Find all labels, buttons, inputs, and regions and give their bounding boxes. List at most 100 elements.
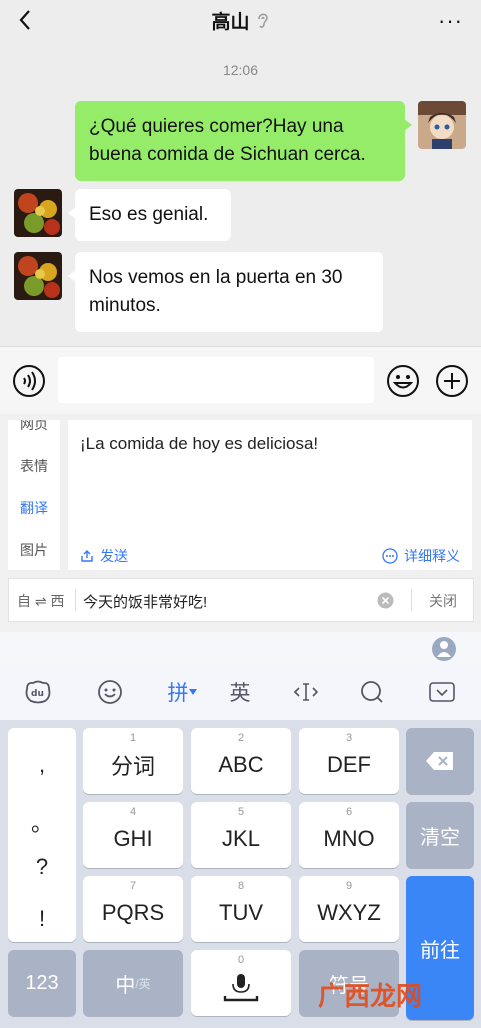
key-number: 4 xyxy=(129,806,137,818)
cursor-move-icon[interactable] xyxy=(288,676,324,708)
key-5[interactable]: 5 JKL xyxy=(191,802,291,868)
contact-avatar[interactable] xyxy=(14,189,62,237)
language-direction-toggle[interactable]: 自 ⇌ 西 xyxy=(17,591,65,611)
chevron-down-icon xyxy=(188,689,197,695)
key-label: 分词 xyxy=(110,754,155,779)
detail-definition-button[interactable]: 详细释义 xyxy=(382,546,460,566)
key-number: 8 xyxy=(237,880,245,892)
key-9[interactable]: 9 WXYZ xyxy=(299,876,399,942)
message-bubble-received[interactable]: Eso es genial. xyxy=(68,189,231,241)
back-arrow-icon[interactable] xyxy=(12,6,40,34)
backspace-icon xyxy=(426,752,453,770)
my-avatar[interactable] xyxy=(418,101,466,149)
key-1[interactable]: 1 分词 xyxy=(83,728,183,794)
key-number: 3 xyxy=(345,732,353,744)
key-number: 6 xyxy=(345,806,353,818)
key-label: ABC xyxy=(218,752,264,777)
microphone-icon xyxy=(223,974,259,1002)
ear-icon xyxy=(257,13,268,28)
translation-result-card[interactable]: ¡La comida de hoy es deliciosa! 发送 详细释义 xyxy=(68,420,472,570)
pinyin-label: 拼 xyxy=(167,682,189,705)
lang-main-label: 中 xyxy=(115,974,136,997)
keyboard-toolbar: du 拼 英 xyxy=(0,664,481,720)
key-2[interactable]: 2 ABC xyxy=(191,728,291,794)
emoji-face-icon[interactable] xyxy=(92,676,128,708)
contact-name: 高山 xyxy=(211,11,250,33)
punct-period-key[interactable]: 。 xyxy=(8,806,76,838)
message-timestamp: 12:06 xyxy=(222,62,259,78)
more-dots-icon xyxy=(382,548,398,564)
key-4[interactable]: 4 GHI xyxy=(83,802,183,868)
close-translator-button[interactable]: 关闭 xyxy=(429,591,457,611)
translator-panel: 网页 表情 翻译 图片 ¡La comida de hoy es delicio… xyxy=(0,414,481,632)
punct-comma-key[interactable]: , xyxy=(8,752,76,778)
key-label: WXYZ xyxy=(317,900,381,925)
enter-label: 前往 xyxy=(420,939,460,962)
more-menu-button[interactable]: ··· xyxy=(438,8,463,34)
key-number: 9 xyxy=(345,880,353,892)
side-item-images[interactable]: 图片 xyxy=(8,540,60,560)
emoji-icon[interactable] xyxy=(386,364,420,398)
message-line: Eso es genial. xyxy=(89,204,209,225)
key-8[interactable]: 8 TUV xyxy=(191,876,291,942)
english-mode-tab[interactable]: 英 xyxy=(222,676,258,708)
divider xyxy=(411,589,412,611)
key-number: 0 xyxy=(237,954,245,966)
key-number: 7 xyxy=(129,880,137,892)
svg-text:du: du xyxy=(31,689,44,699)
search-icon[interactable] xyxy=(354,676,390,708)
contact-avatar[interactable] xyxy=(14,252,62,300)
message-line: buena comida de Sichuan cerca. xyxy=(89,144,366,165)
lang-sub-label: /英 xyxy=(135,976,151,991)
key-label: PQRS xyxy=(101,900,165,925)
send-label: 发送 xyxy=(100,548,128,564)
key-label: DEF xyxy=(327,752,371,777)
key-number: 2 xyxy=(237,732,245,744)
message-bubble-received[interactable]: Nos vemos en la puerta en 30 minutos. xyxy=(68,252,383,332)
message-input[interactable] xyxy=(58,357,374,403)
side-item-web[interactable]: 网页 xyxy=(8,420,60,434)
source-text-row: 自 ⇌ 西 今天的饭非常好吃! 关闭 xyxy=(8,578,474,622)
key-label: TUV xyxy=(219,900,263,925)
ime-account-icon[interactable] xyxy=(431,636,457,662)
ime-top-strip xyxy=(0,632,481,664)
message-bubble-sent[interactable]: ¿Qué quieres comer?Hay una buena comida … xyxy=(75,101,412,181)
space-voice-key[interactable]: 0 xyxy=(191,950,291,1016)
message-line: minutos. xyxy=(89,295,161,316)
baidu-du-icon[interactable]: du xyxy=(20,676,56,708)
message-line: Nos vemos en la puerta en 30 xyxy=(89,267,343,288)
side-item-translate[interactable]: 翻译 xyxy=(8,498,60,518)
punctuation-column[interactable]: , 。 ? ! xyxy=(8,728,76,942)
key-number: 5 xyxy=(237,806,245,818)
voice-input-icon[interactable] xyxy=(12,364,46,398)
watermark-text: 广西龙网 xyxy=(318,981,423,1011)
share-icon xyxy=(81,550,93,562)
key-label: MNO xyxy=(323,826,375,851)
add-plus-icon[interactable] xyxy=(435,364,469,398)
backspace-key[interactable] xyxy=(406,728,474,794)
chat-input-bar xyxy=(0,346,481,414)
key-label: GHI xyxy=(113,826,153,851)
numeric-key[interactable]: 123 xyxy=(8,950,76,1016)
hide-keyboard-icon[interactable] xyxy=(424,676,460,708)
key-6[interactable]: 6 MNO xyxy=(299,802,399,868)
send-translation-button[interactable]: 发送 xyxy=(80,546,128,566)
key-label: JKL xyxy=(222,826,260,851)
pinyin-mode-tab[interactable]: 拼 xyxy=(160,676,204,708)
translator-side-menu: 网页 表情 翻译 图片 xyxy=(8,420,60,570)
source-text[interactable]: 今天的饭非常好吃! xyxy=(83,591,207,612)
key-3[interactable]: 3 DEF xyxy=(299,728,399,794)
punct-question-key[interactable]: ? xyxy=(8,854,76,880)
language-switch-key[interactable]: 中 /英 xyxy=(83,950,183,1016)
clear-label: 清空 xyxy=(420,826,460,849)
numeric-label: 123 xyxy=(25,971,59,994)
clear-icon[interactable] xyxy=(377,592,394,609)
clear-key[interactable]: 清空 xyxy=(406,802,474,868)
message-line: ¿Qué quieres comer?Hay una xyxy=(89,116,344,137)
divider xyxy=(75,589,76,611)
chat-title: 高山 xyxy=(211,7,269,34)
side-item-stickers[interactable]: 表情 xyxy=(8,456,60,476)
chat-header: 高山 ··· xyxy=(0,0,481,40)
punct-exclaim-key[interactable]: ! xyxy=(8,906,76,932)
key-7[interactable]: 7 PQRS xyxy=(83,876,183,942)
